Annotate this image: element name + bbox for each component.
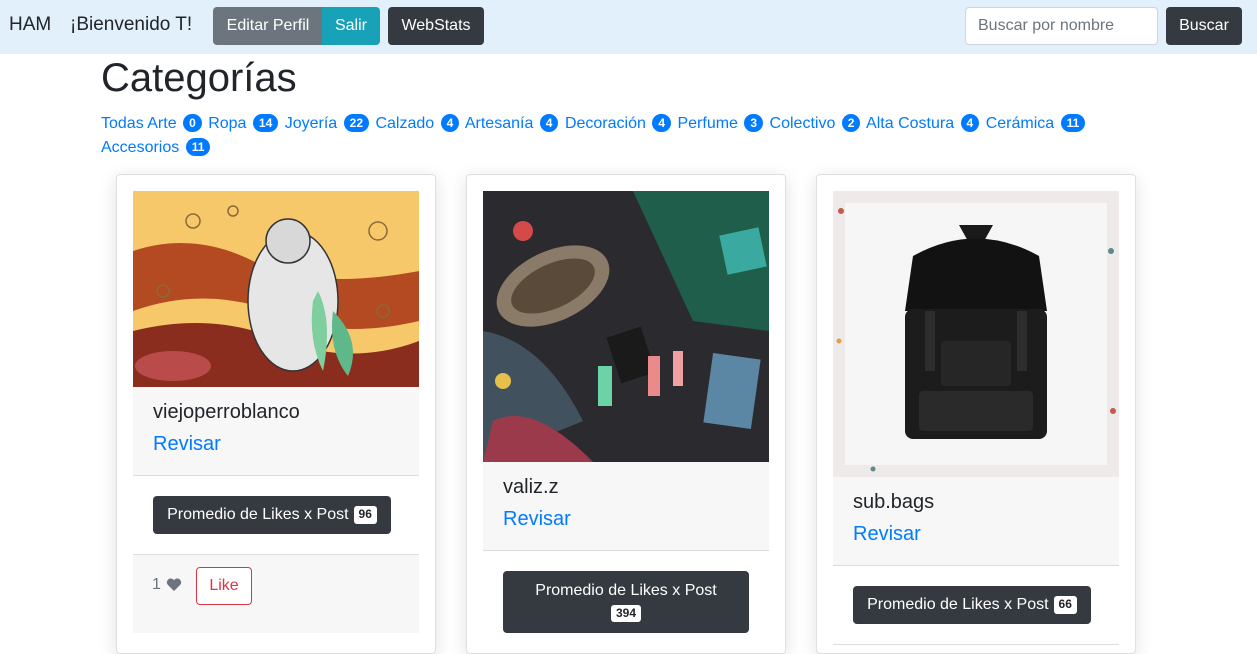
category-list: Todas Arte 0 Ropa 14 Joyería 22 Calzado … (101, 112, 1111, 160)
profile-card: sub.bags Revisar Promedio de Likes x Pos… (816, 174, 1136, 654)
count-badge: 11 (185, 138, 211, 156)
welcome-text: ¡Bienvenido T! (70, 14, 193, 35)
category-item[interactable]: Colectivo 2 (770, 114, 861, 132)
logout-button[interactable]: Salir (322, 7, 380, 45)
profile-card: valiz.z Revisar Promedio de Likes x Post… (466, 174, 786, 654)
count-badge: 4 (652, 114, 672, 132)
like-button[interactable]: Like (196, 567, 252, 605)
search-button[interactable]: Buscar (1166, 7, 1242, 45)
category-item[interactable]: Alta Costura 4 (866, 114, 980, 132)
category-item[interactable]: Artesanía 4 (465, 114, 559, 132)
edit-profile-button[interactable]: Editar Perfil (213, 7, 323, 45)
like-count-value: 1 (152, 576, 161, 593)
likes-average-button[interactable]: Promedio de Likes x Post 66 (853, 586, 1091, 624)
count-badge: 0 (183, 114, 202, 132)
card-username: valiz.z (503, 476, 559, 498)
likes-average-label: Promedio de Likes x Post (867, 596, 1049, 613)
category-item[interactable]: Cerámica 11 (986, 114, 1086, 132)
divider (483, 550, 769, 551)
brand-link[interactable]: HAM (9, 14, 51, 36)
count-badge: 3 (744, 114, 764, 132)
likes-average-button[interactable]: Promedio de Likes x Post 96 (153, 496, 391, 534)
divider (833, 644, 1119, 645)
likes-average-button[interactable]: Promedio de Likes x Post 394 (503, 571, 749, 633)
likes-average-label: Promedio de Likes x Post (535, 581, 717, 599)
divider (833, 565, 1119, 566)
category-item[interactable]: Calzado 4 (375, 114, 460, 132)
count-badge: 4 (960, 114, 980, 132)
count-badge: 4 (539, 114, 559, 132)
count-badge: 2 (841, 114, 861, 132)
card-username: viejoperroblanco (153, 401, 300, 423)
category-item[interactable]: Decoración 4 (565, 114, 672, 132)
category-item[interactable]: Ropa 14 (208, 114, 279, 132)
likes-average-badge: 66 (1053, 596, 1077, 614)
divider (133, 475, 419, 476)
card-username: sub.bags (853, 491, 935, 513)
webstats-button[interactable]: WebStats (388, 7, 484, 45)
count-badge: 14 (252, 114, 279, 132)
category-item[interactable]: Perfume 3 (677, 114, 764, 132)
card-footer (133, 555, 419, 633)
likes-average-badge: 394 (610, 604, 642, 623)
profile-card: viejoperroblanco Revisar Promedio de Lik… (116, 174, 436, 654)
category-item[interactable]: Accesorios 11 (101, 138, 211, 156)
navbar: HAM ¡Bienvenido T! Editar Perfil Salir W… (0, 0, 1257, 54)
review-link[interactable]: Revisar (503, 508, 571, 531)
profile-image[interactable] (833, 191, 1119, 477)
count-badge: 4 (440, 114, 460, 132)
likes-average-label: Promedio de Likes x Post (167, 506, 349, 523)
count-badge: 11 (1060, 114, 1086, 132)
count-badge: 22 (343, 114, 369, 132)
category-item[interactable]: Todas Arte 0 (101, 114, 202, 132)
likes-average-badge: 96 (353, 506, 377, 524)
profile-image[interactable] (483, 191, 769, 462)
search-input[interactable] (965, 7, 1158, 45)
heart-icon (166, 578, 182, 591)
profile-image[interactable] (133, 191, 419, 387)
category-item[interactable]: Joyería 22 (285, 114, 369, 132)
page-title: Categorías (101, 56, 297, 100)
review-link[interactable]: Revisar (153, 433, 221, 456)
review-link[interactable]: Revisar (853, 523, 921, 546)
like-counter: 1 (152, 576, 182, 594)
